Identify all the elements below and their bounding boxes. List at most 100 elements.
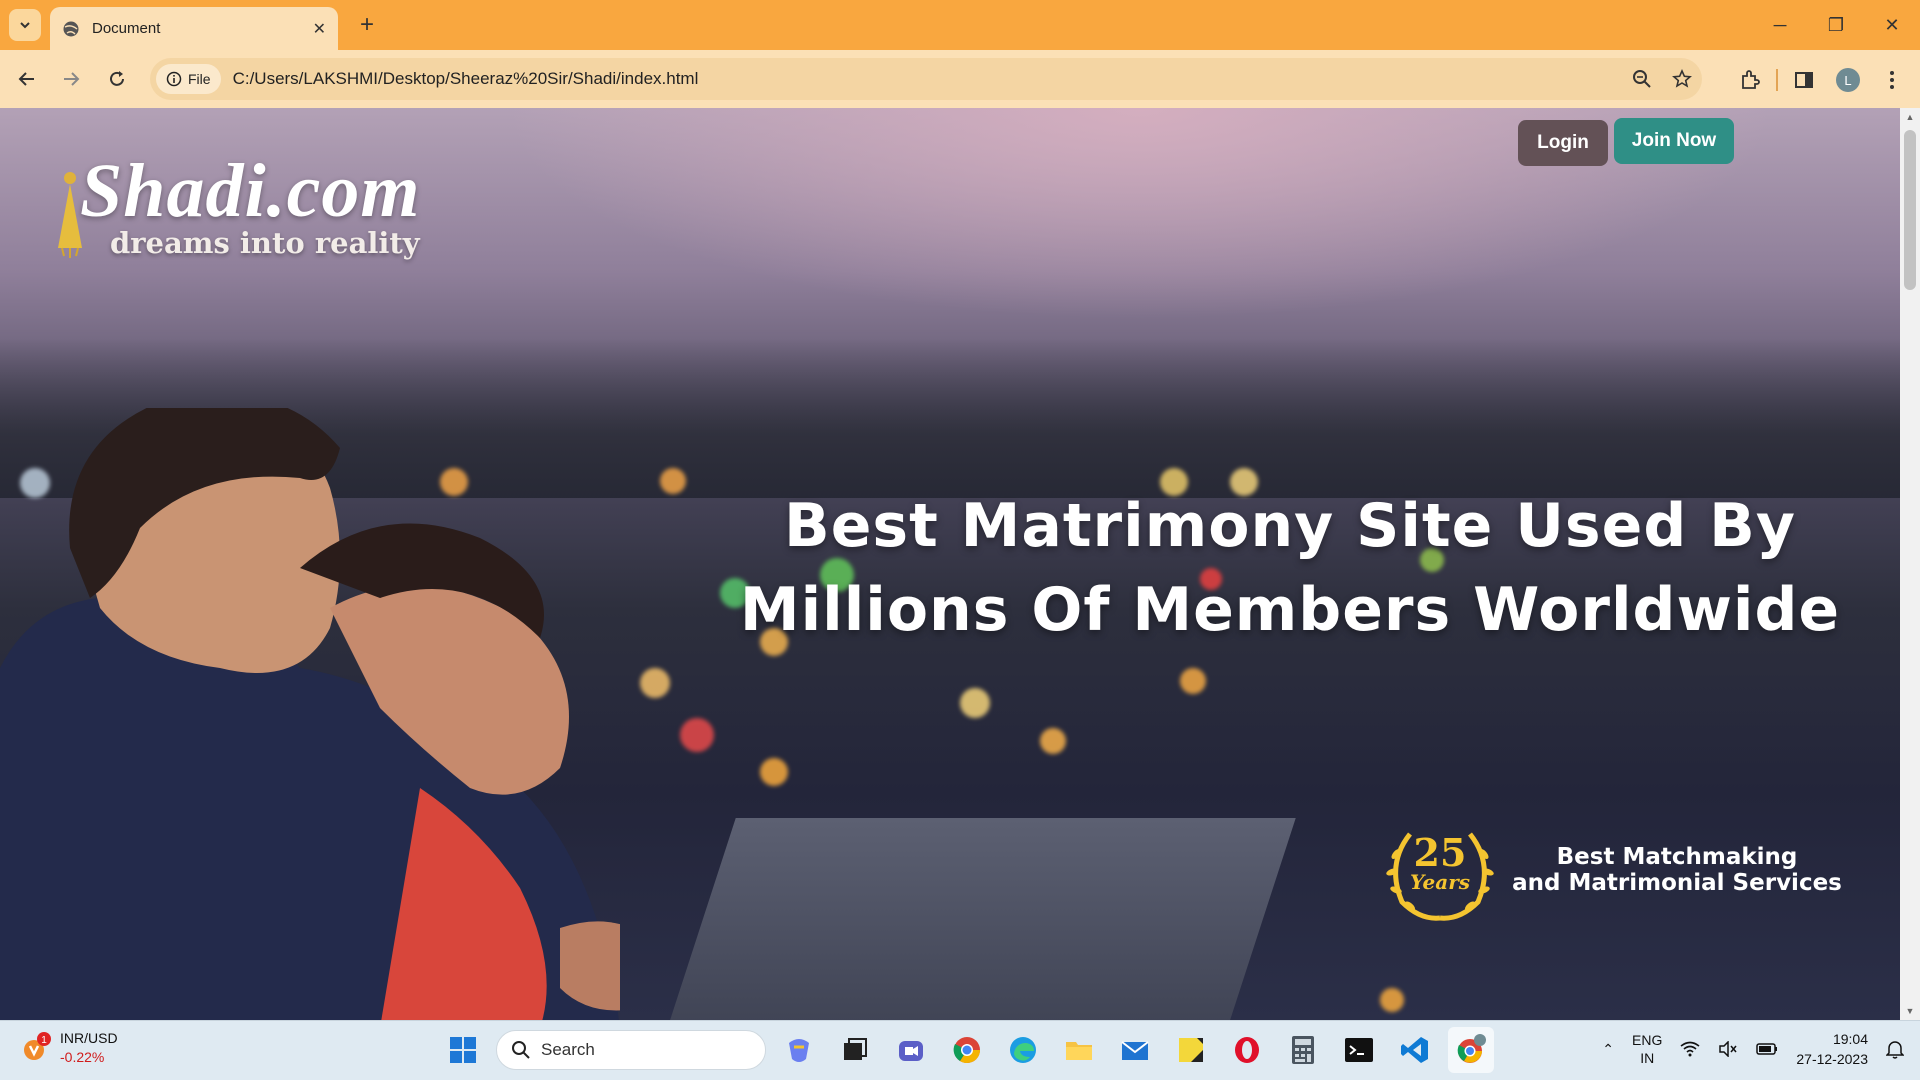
ticker-alert-count: 1 <box>41 1035 47 1046</box>
extensions-icon[interactable] <box>1732 62 1768 98</box>
forward-button[interactable] <box>56 64 86 94</box>
opera-app[interactable] <box>1224 1027 1270 1073</box>
login-button[interactable]: Login <box>1518 120 1608 166</box>
show-hidden-icons-chevron-icon[interactable]: ⌃ <box>1602 1041 1614 1058</box>
taskbar-search[interactable]: Search <box>496 1030 766 1070</box>
reload-icon <box>110 71 124 86</box>
tab-title: Document <box>92 20 161 37</box>
bokeh-light <box>1040 728 1066 754</box>
page-hero: Shadi.com dreams into reality Login Join… <box>0 108 1900 1020</box>
site-logo[interactable]: Shadi.com dreams into reality <box>50 148 450 278</box>
minimize-button[interactable]: ─ <box>1752 0 1808 50</box>
sticky-note-icon <box>1179 1038 1203 1062</box>
badge-number: 25 <box>1413 830 1467 875</box>
meet-app[interactable] <box>888 1027 934 1073</box>
globe-icon <box>63 21 79 36</box>
hero-headline-line2: Millions Of Members Worldwide <box>739 575 1841 645</box>
chrome-icon <box>953 1037 981 1064</box>
folder-icon <box>1066 1042 1092 1060</box>
reload-button[interactable] <box>102 64 132 94</box>
copilot-icon <box>789 1039 809 1062</box>
browser-tab[interactable]: Document ✕ <box>50 7 338 50</box>
currency-trend-icon: 1 <box>24 1032 51 1060</box>
opera-icon <box>1235 1037 1259 1063</box>
zoom-icon[interactable] <box>1622 59 1662 99</box>
vscode-app[interactable] <box>1392 1027 1438 1073</box>
profile-initial: L <box>1836 68 1860 92</box>
scroll-down-arrow-icon[interactable]: ▼ <box>1900 1002 1920 1020</box>
back-button[interactable] <box>12 64 42 94</box>
restore-button[interactable]: ❐ <box>1808 0 1864 50</box>
video-camera-icon <box>899 1041 923 1061</box>
lang-line1: ENG <box>1632 1032 1663 1048</box>
profile-avatar[interactable]: L <box>1830 62 1866 98</box>
balcony-ledge <box>664 818 1296 1020</box>
join-now-button[interactable]: Join Now <box>1614 118 1734 164</box>
arrow-left-icon <box>18 72 34 86</box>
calculator-app[interactable] <box>1280 1027 1326 1073</box>
site-chip-label: File <box>188 71 211 87</box>
url-text[interactable]: C:/Users/LAKSHMI/Desktop/Sheeraz%20Sir/S… <box>233 69 1622 89</box>
site-info-chip[interactable]: File <box>156 64 221 94</box>
file-explorer-app[interactable] <box>1056 1027 1102 1073</box>
toolbar-separator <box>1776 69 1778 91</box>
mail-icon <box>1121 1041 1149 1060</box>
chevron-down-icon <box>20 22 30 29</box>
logo-tagline: dreams into reality <box>110 226 420 260</box>
info-icon <box>166 71 182 87</box>
taskbar-search-label: Search <box>541 1040 595 1059</box>
taskbar-apps: Search <box>440 1027 1494 1073</box>
lang-line2: IN <box>1640 1050 1655 1066</box>
edge-app[interactable] <box>1000 1027 1046 1073</box>
terminal-app[interactable] <box>1336 1027 1382 1073</box>
windows-taskbar: 1 INR/USD -0.22% Search ⌃ ENG IN 19:04 2… <box>0 1020 1920 1080</box>
battery-icon[interactable] <box>1756 1042 1778 1056</box>
clock[interactable]: 19:04 27-12-2023 <box>1796 1029 1868 1069</box>
browser-toolbar: File C:/Users/LAKSHMI/Desktop/Sheeraz%20… <box>0 50 1920 108</box>
close-window-button[interactable]: ✕ <box>1864 0 1920 50</box>
address-bar[interactable]: File C:/Users/LAKSHMI/Desktop/Sheeraz%20… <box>150 58 1702 100</box>
calculator-icon <box>1292 1036 1314 1064</box>
menu-kebab-icon[interactable] <box>1874 62 1910 98</box>
task-view-icon <box>844 1038 867 1060</box>
ticker-change: -0.22% <box>60 1049 105 1065</box>
chrome-profile-app[interactable] <box>1448 1027 1494 1073</box>
tab-close-icon[interactable]: ✕ <box>313 19 326 39</box>
bokeh-light <box>1180 668 1206 694</box>
notification-bell-icon[interactable] <box>1886 1039 1904 1059</box>
tab-search-button[interactable] <box>9 9 41 41</box>
bokeh-light <box>640 668 670 698</box>
ticker-name: INR/USD <box>60 1030 118 1046</box>
wifi-icon[interactable] <box>1680 1041 1700 1057</box>
chrome-app[interactable] <box>944 1027 990 1073</box>
page-scrollbar[interactable]: ▲ ▼ <box>1900 108 1920 1020</box>
bokeh-light <box>660 468 686 494</box>
bokeh-light <box>1380 988 1404 1012</box>
ticker-widget[interactable]: 1 INR/USD -0.22% <box>20 1029 118 1067</box>
new-tab-button[interactable]: + <box>352 10 382 40</box>
system-tray: ⌃ ENG IN 19:04 27-12-2023 <box>1602 1029 1904 1069</box>
speaker-muted-icon[interactable] <box>1718 1041 1738 1057</box>
badge-caption-line1: Best Matchmaking <box>1556 844 1798 870</box>
task-view-app[interactable] <box>832 1027 878 1073</box>
terminal-icon <box>1345 1038 1373 1062</box>
search-icon <box>512 1041 530 1059</box>
scroll-thumb[interactable] <box>1904 130 1916 290</box>
logo-wordmark: Shadi.com <box>80 149 421 233</box>
mail-app[interactable] <box>1112 1027 1158 1073</box>
edge-icon <box>1010 1037 1036 1063</box>
sticky-notes-app[interactable] <box>1168 1027 1214 1073</box>
language-indicator[interactable]: ENG IN <box>1632 1031 1662 1067</box>
windows-logo-icon <box>450 1037 476 1063</box>
start-button[interactable] <box>440 1027 486 1073</box>
clock-time: 19:04 <box>1832 1031 1868 1047</box>
side-panel-icon[interactable] <box>1786 62 1822 98</box>
scroll-up-arrow-icon[interactable]: ▲ <box>1900 108 1920 126</box>
copilot-app[interactable] <box>776 1027 822 1073</box>
hero-headline: Best Matrimony Site Used By Millions Of … <box>700 484 1880 652</box>
hero-headline-line1: Best Matrimony Site Used By <box>783 491 1797 561</box>
toolbar-actions: L <box>1732 62 1910 98</box>
bokeh-light <box>680 718 714 752</box>
anniversary-badge: 25 Years <box>1380 824 1500 924</box>
bookmark-star-icon[interactable] <box>1662 59 1702 99</box>
